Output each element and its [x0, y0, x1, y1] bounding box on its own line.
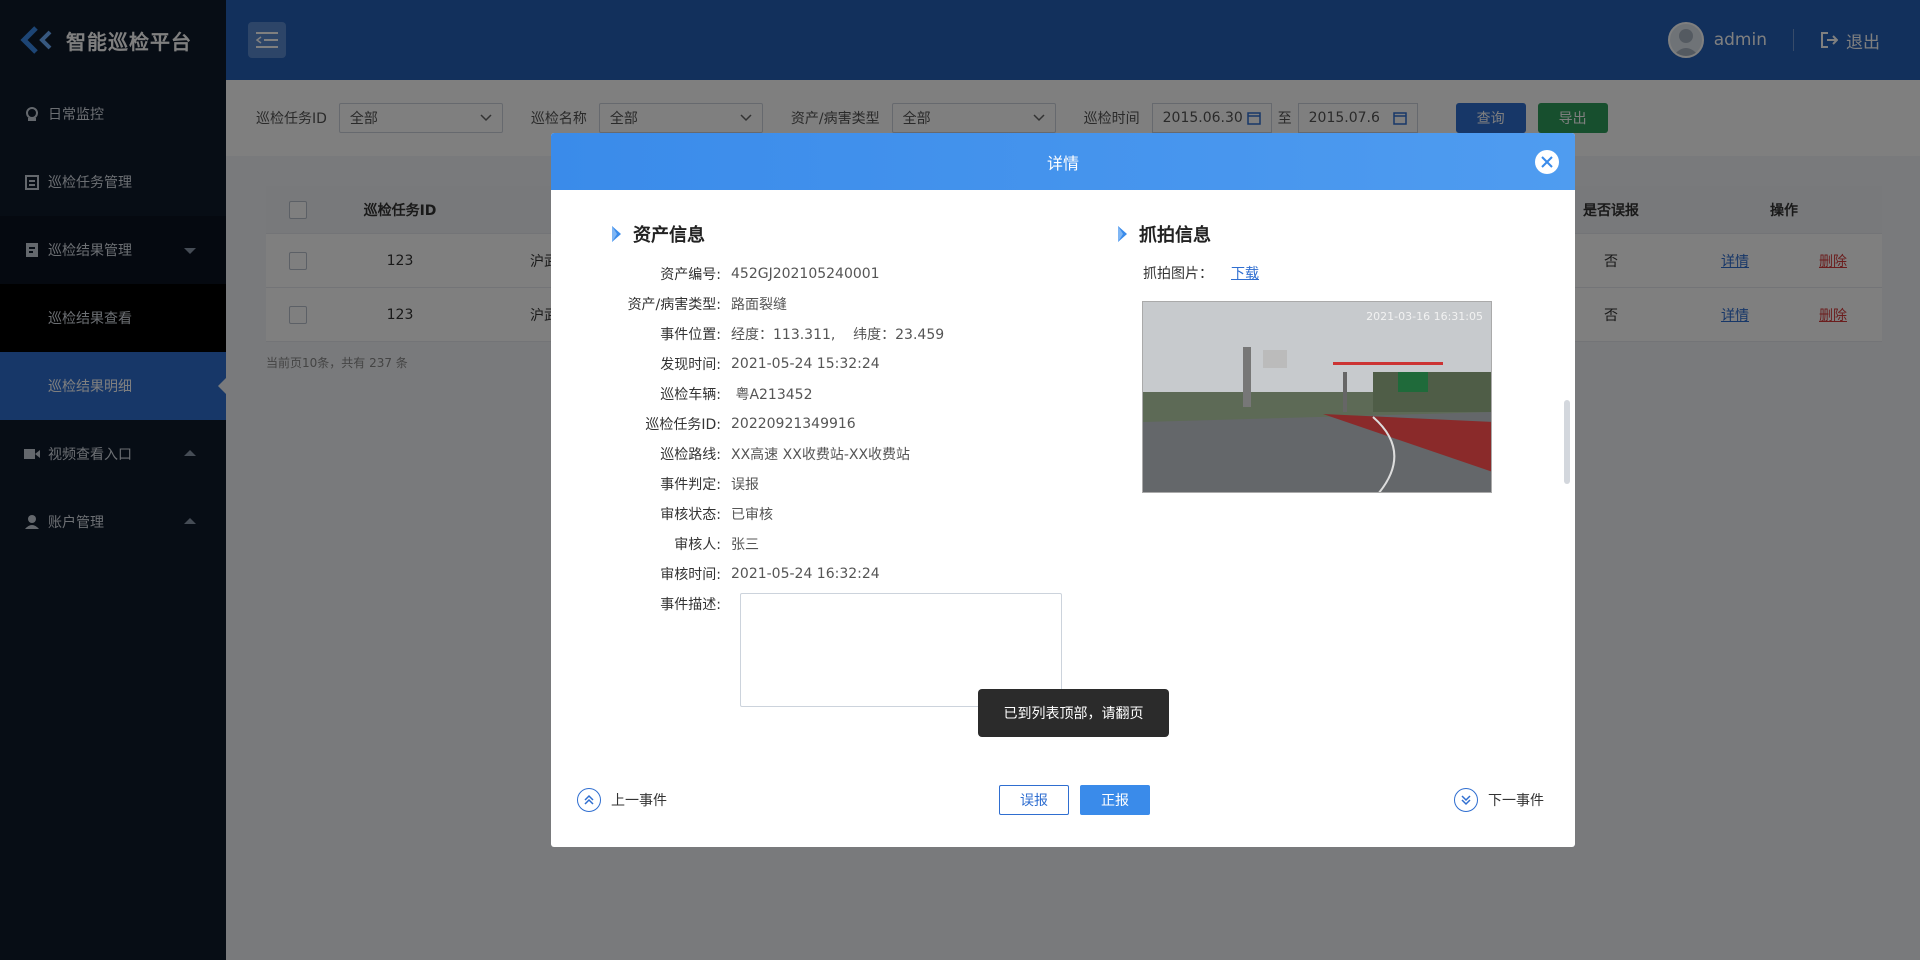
field-reviewer: 审核人: 张三: [551, 534, 1021, 554]
close-icon: [1541, 156, 1553, 168]
field-label: 发现时间:: [660, 357, 721, 373]
field-value: 2021-05-24 16:32:24: [731, 566, 880, 582]
field-label: 巡检路线:: [660, 447, 721, 463]
asset-section-title: 资产信息: [609, 221, 705, 247]
field-value: 经度：113.311, 纬度：23.459: [731, 327, 945, 343]
modal-header: 详情: [551, 133, 1575, 190]
field-value: 误报: [731, 477, 759, 493]
field-value: 452GJ202105240001: [731, 266, 880, 282]
field-route: 巡检路线: XX高速 XX收费站-XX收费站: [551, 444, 1021, 464]
next-event-label: 下一事件: [1488, 793, 1544, 809]
capture-image-row: 抓拍图片： 下载: [1143, 263, 1259, 283]
field-label: 事件位置:: [660, 327, 721, 343]
capture-section-title: 抓拍信息: [1115, 221, 1211, 247]
section-chevron-icon: [612, 226, 621, 242]
field-label: 资产编号:: [660, 267, 721, 283]
field-value: 粤A213452: [731, 387, 813, 403]
true-report-button[interactable]: 正报: [1080, 785, 1150, 815]
section-chevron-icon: [1118, 226, 1127, 242]
modal-title: 详情: [1046, 153, 1079, 173]
field-label: 事件判定:: [660, 477, 721, 493]
field-label: 审核人:: [674, 537, 721, 553]
prev-event-button[interactable]: 上一事件: [577, 788, 667, 812]
field-review-status: 审核状态: 已审核: [551, 504, 1021, 524]
close-button[interactable]: [1535, 150, 1559, 174]
double-chevron-down-icon: [1454, 788, 1478, 812]
field-label: 审核状态:: [660, 507, 721, 523]
field-value: 张三: [731, 537, 759, 553]
false-report-button[interactable]: 误报: [999, 785, 1069, 815]
field-label: 巡检任务ID:: [645, 417, 721, 433]
field-label: 审核时间:: [660, 567, 721, 583]
photo-timestamp: 2021-03-16 16:31:05: [1366, 310, 1483, 323]
field-task-id: 巡检任务ID: 20220921349916: [551, 414, 1021, 434]
field-value: 2021-05-24 15:32:24: [731, 356, 880, 372]
field-review-time: 审核时间: 2021-05-24 16:32:24: [551, 564, 1021, 584]
toast-message: 已到列表顶部，请翻页: [978, 689, 1169, 737]
capture-section-label: 抓拍信息: [1139, 225, 1211, 246]
field-label: 资产/病害类型:: [627, 297, 721, 313]
field-value: 已审核: [731, 507, 773, 523]
asset-section-label: 资产信息: [633, 225, 705, 246]
road-photo-image: 2021-03-16 16:31:05: [1143, 302, 1491, 492]
field-found-time: 发现时间: 2021-05-24 15:32:24: [551, 354, 1021, 374]
detail-modal: 详情 资产信息 抓拍信息 资产编号: 452GJ202105240001 资产/病…: [551, 133, 1575, 847]
field-value: 路面裂缝: [731, 297, 787, 313]
field-vehicle: 巡检车辆: 粤A213452: [551, 384, 1021, 404]
prev-event-label: 上一事件: [611, 793, 667, 809]
field-value: XX高速 XX收费站-XX收费站: [731, 447, 911, 463]
double-chevron-up-icon: [577, 788, 601, 812]
field-asset-no: 资产编号: 452GJ202105240001: [551, 264, 1021, 284]
field-label: 事件描述:: [660, 597, 721, 613]
field-asset-type: 资产/病害类型: 路面裂缝: [551, 294, 1021, 314]
download-link[interactable]: 下载: [1231, 263, 1259, 283]
field-judgement: 事件判定: 误报: [551, 474, 1021, 494]
capture-photo[interactable]: 2021-03-16 16:31:05: [1142, 301, 1492, 493]
next-event-button[interactable]: 下一事件: [1454, 788, 1544, 812]
capture-image-label: 抓拍图片：: [1143, 266, 1213, 282]
field-location: 事件位置: 经度：113.311, 纬度：23.459: [551, 324, 1021, 344]
field-label: 巡检车辆:: [660, 387, 721, 403]
field-value: 20220921349916: [731, 416, 856, 432]
modal-scrollbar[interactable]: [1564, 400, 1570, 484]
